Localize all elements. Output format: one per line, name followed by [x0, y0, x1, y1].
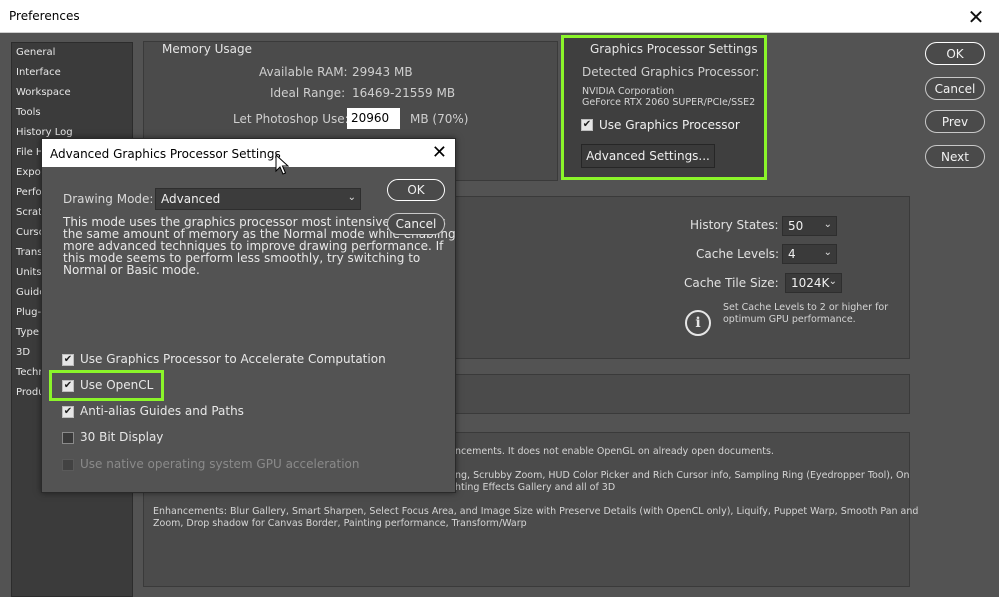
ok-button[interactable]: OK: [925, 42, 985, 65]
cache-tile-size-dropdown[interactable]: 1024K ⌄: [785, 273, 842, 293]
advanced-settings-button[interactable]: Advanced Settings...: [581, 144, 715, 168]
drawing-mode-label: Drawing Mode:: [63, 192, 154, 206]
accelerate-computation-checkbox[interactable]: ✔: [62, 354, 74, 366]
cache-note-line2: optimum GPU performance.: [723, 314, 856, 325]
drawing-mode-value: Advanced: [161, 192, 221, 206]
use-gpu-checkbox[interactable]: ✔: [581, 119, 593, 131]
sidebar-item-general[interactable]: General: [16, 47, 55, 58]
memory-percent-label: MB (70%): [410, 112, 469, 126]
mouse-cursor-icon: [275, 154, 289, 175]
description-line2: ng, Scrubby Zoom, HUD Color Picker and R…: [455, 470, 910, 481]
description-line5: Zoom, Drop shadow for Canvas Border, Pai…: [153, 518, 527, 529]
chevron-down-icon: ⌄: [823, 247, 832, 258]
sidebar-item-interface[interactable]: Interface: [16, 67, 61, 78]
chevron-down-icon: ⌄: [828, 276, 837, 287]
advanced-gpu-settings-dialog: Advanced Graphics Processor Settings ✕ D…: [41, 138, 456, 493]
ideal-range-value: 16469-21559 MB: [352, 86, 456, 100]
gpu-model: GeForce RTX 2060 SUPER/PCIe/SSE2: [582, 97, 756, 108]
ideal-range-label: Ideal Range:: [270, 86, 346, 100]
sidebar-item-plugins[interactable]: Plug-i: [16, 307, 44, 318]
window-close-icon[interactable]: ✕: [953, 0, 999, 33]
cache-levels-value: 4: [788, 247, 796, 261]
chevron-down-icon: ⌄: [347, 192, 356, 203]
opencl-label: Use OpenCL: [80, 378, 154, 392]
let-photoshop-use-label: Let Photoshop Use:: [233, 112, 349, 126]
sidebar-item-history-log[interactable]: History Log: [16, 127, 73, 138]
use-gpu-label: Use Graphics Processor: [599, 118, 740, 132]
sidebar-item-type[interactable]: Type: [16, 327, 39, 338]
drawing-mode-dropdown[interactable]: Advanced ⌄: [155, 188, 361, 210]
info-icon: i: [685, 310, 711, 336]
available-ram-value: 29943 MB: [352, 65, 413, 79]
sidebar-item-tools[interactable]: Tools: [16, 107, 41, 118]
sidebar-item-units[interactable]: Units: [16, 267, 42, 278]
antialias-label: Anti-alias Guides and Paths: [80, 404, 244, 418]
30bit-display-label: 30 Bit Display: [80, 430, 164, 444]
description-line3: hting Effects Gallery and all of 3D: [455, 482, 616, 493]
available-ram-label: Available RAM:: [259, 65, 348, 79]
antialias-checkbox[interactable]: ✔: [62, 406, 74, 418]
description-line1: ncements. It does not enable OpenGL on a…: [455, 446, 774, 457]
native-gpu-label: Use native operating system GPU accelera…: [80, 457, 360, 471]
sidebar-item-workspace[interactable]: Workspace: [16, 87, 71, 98]
dialog-cancel-button[interactable]: Cancel: [387, 213, 445, 235]
drawing-mode-desc-5: Normal or Basic mode.: [63, 263, 200, 277]
sidebar-item-transparency[interactable]: Trans: [16, 247, 42, 258]
cache-note-line1: Set Cache Levels to 2 or higher for: [723, 302, 889, 313]
sidebar-item-cursors[interactable]: Cursc: [16, 227, 44, 238]
dialog-title: Advanced Graphics Processor Settings: [50, 147, 281, 161]
history-states-label: History States:: [690, 218, 779, 232]
window-title: Preferences: [9, 9, 80, 23]
sidebar-item-technology[interactable]: Techr: [16, 367, 43, 378]
dialog-ok-button[interactable]: OK: [387, 179, 445, 201]
history-states-value: 50: [788, 219, 804, 233]
cancel-button[interactable]: Cancel: [925, 77, 985, 100]
description-line4: Enhancements: Blur Gallery, Smart Sharpe…: [153, 506, 919, 517]
dialog-titlebar: Advanced Graphics Processor Settings ✕: [42, 139, 455, 167]
memory-usage-input[interactable]: 20960: [347, 108, 400, 129]
prev-button[interactable]: Prev: [925, 110, 985, 133]
cache-tile-size-value: 1024K: [791, 276, 830, 290]
window-titlebar: Preferences ✕: [0, 0, 999, 33]
cache-levels-label: Cache Levels:: [696, 247, 780, 261]
dialog-close-icon[interactable]: ✕: [432, 142, 447, 163]
cache-tile-size-label: Cache Tile Size:: [684, 276, 779, 290]
cache-levels-dropdown[interactable]: 4 ⌄: [782, 244, 837, 264]
sidebar-item-performance[interactable]: Perfo: [16, 187, 42, 198]
memory-usage-title: Memory Usage: [162, 42, 253, 56]
next-button[interactable]: Next: [925, 145, 985, 168]
history-states-dropdown[interactable]: 50 ⌄: [782, 216, 837, 236]
sidebar-item-3d[interactable]: 3D: [16, 347, 30, 358]
gpu-settings-title: Graphics Processor Settings: [590, 42, 758, 56]
30bit-display-checkbox[interactable]: [62, 432, 74, 444]
native-gpu-checkbox: [62, 459, 74, 471]
chevron-down-icon: ⌄: [823, 219, 832, 230]
opencl-checkbox[interactable]: ✔: [62, 380, 74, 392]
detected-gpu-label: Detected Graphics Processor:: [582, 65, 760, 79]
accelerate-computation-label: Use Graphics Processor to Accelerate Com…: [80, 352, 386, 366]
